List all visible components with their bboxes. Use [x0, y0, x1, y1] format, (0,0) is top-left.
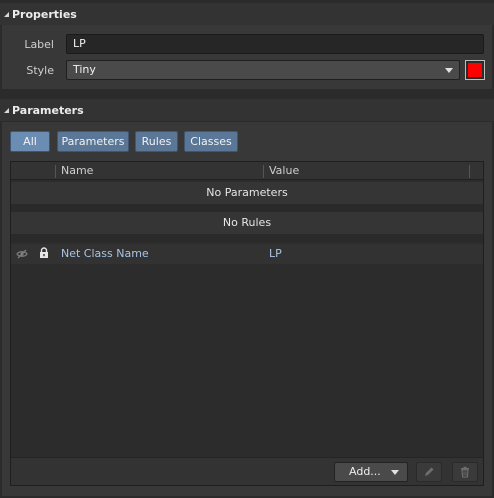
properties-title: Properties [12, 7, 77, 21]
column-separator[interactable] [263, 165, 264, 178]
visibility-hidden-icon[interactable] [16, 248, 28, 263]
filter-all-button[interactable]: All [10, 131, 50, 152]
style-select[interactable]: Tiny [66, 60, 460, 80]
table-row[interactable]: Net Class Name LP [11, 244, 483, 264]
group-row-rules: No Rules [11, 212, 483, 234]
collapse-triangle-icon[interactable] [0, 11, 12, 17]
add-button-label: Add... [349, 465, 381, 478]
add-button[interactable]: Add... [334, 462, 408, 482]
delete-button[interactable] [452, 462, 478, 482]
column-separator[interactable] [55, 165, 56, 178]
row-name: Net Class Name [61, 247, 149, 260]
grid-header: Name Value [11, 162, 483, 180]
group-divider [11, 234, 483, 242]
trash-icon [461, 466, 469, 478]
column-separator[interactable] [469, 165, 470, 178]
filter-parameters-button[interactable]: Parameters [57, 131, 129, 152]
color-swatch-button[interactable] [465, 60, 485, 80]
properties-section-header[interactable]: Properties [0, 3, 494, 25]
column-header-name[interactable]: Name [61, 164, 93, 177]
label-caption: Label [24, 38, 54, 51]
pencil-icon [425, 467, 434, 476]
filter-rules-button[interactable]: Rules [135, 131, 178, 152]
parameters-title: Parameters [12, 103, 84, 117]
row-value: LP [269, 247, 282, 260]
parameters-section-header[interactable]: Parameters [0, 99, 494, 121]
color-swatch-fill [468, 63, 482, 77]
group-row-parameters: No Parameters [11, 182, 483, 204]
filter-classes-button[interactable]: Classes [184, 131, 238, 152]
grid-toolbar: Add... [11, 457, 483, 485]
chevron-down-icon [391, 470, 399, 475]
lock-icon[interactable] [39, 247, 49, 262]
column-header-value[interactable]: Value [269, 164, 299, 177]
edit-button[interactable] [416, 462, 442, 482]
style-select-value: Tiny [73, 63, 96, 76]
chevron-down-icon [445, 68, 453, 73]
collapse-triangle-icon[interactable] [0, 107, 12, 113]
parameters-grid: Name Value No Parameters No Rules Net Cl… [10, 161, 484, 486]
group-divider [11, 204, 483, 212]
label-input[interactable]: LP [66, 34, 484, 54]
style-caption: Style [26, 64, 54, 77]
